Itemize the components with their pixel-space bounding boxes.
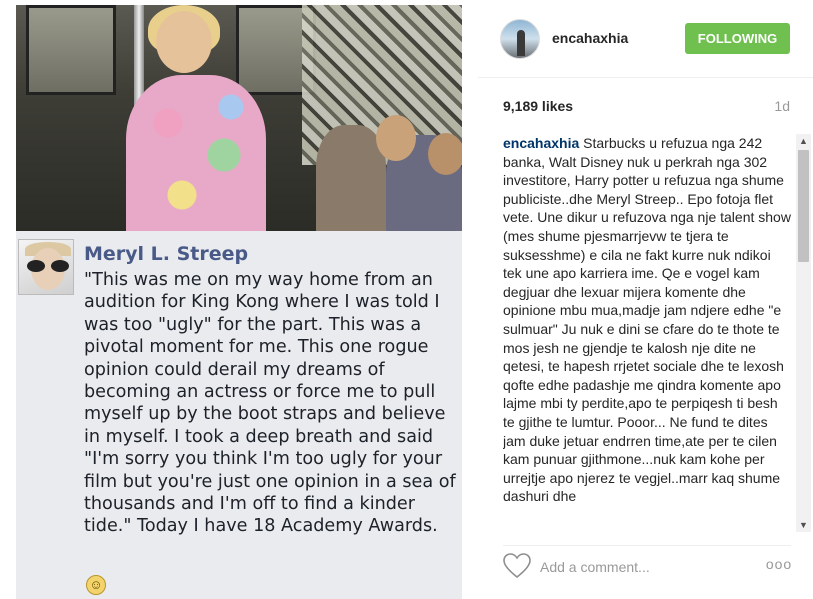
caption: encahaxhia Starbucks u refuzua nga 242 b… (503, 134, 793, 506)
header-username[interactable]: encahaxhia (552, 30, 628, 46)
post-age[interactable]: 1d (774, 98, 790, 114)
smiley-emoji-icon: ☺ (86, 575, 106, 595)
post-header: encahaxhia FOLLOWING (478, 0, 813, 78)
caption-scrollbar[interactable]: ▲ ▼ (796, 134, 811, 532)
subway-photo (16, 5, 462, 231)
caption-username[interactable]: encahaxhia (503, 135, 579, 151)
heart-icon[interactable] (502, 552, 532, 580)
scroll-down-arrow-icon[interactable]: ▼ (796, 518, 811, 532)
likes-count[interactable]: 9,189 likes (503, 98, 573, 114)
caption-scroll-area[interactable]: encahaxhia Starbucks u refuzua nga 242 b… (503, 134, 793, 532)
add-comment-input[interactable] (540, 556, 750, 578)
caption-text: Starbucks u refuzua nga 242 banka, Walt … (503, 135, 791, 505)
avatar[interactable] (500, 19, 540, 59)
post-details-panel: encahaxhia FOLLOWING 9,189 likes 1d enca… (478, 0, 813, 599)
scroll-up-arrow-icon[interactable]: ▲ (796, 134, 811, 148)
post-media: Meryl L. Streep "This was me on my way h… (0, 0, 478, 599)
divider (503, 545, 791, 546)
scrollbar-thumb[interactable] (798, 150, 809, 262)
more-options-icon[interactable]: ooo (764, 556, 794, 576)
facebook-quote-card: Meryl L. Streep "This was me on my way h… (16, 231, 462, 599)
fb-quote-text: "This was me on my way home from an audi… (84, 270, 456, 537)
following-button[interactable]: FOLLOWING (685, 23, 790, 54)
fb-author-name: Meryl L. Streep (84, 243, 249, 265)
fb-profile-picture (18, 239, 74, 295)
